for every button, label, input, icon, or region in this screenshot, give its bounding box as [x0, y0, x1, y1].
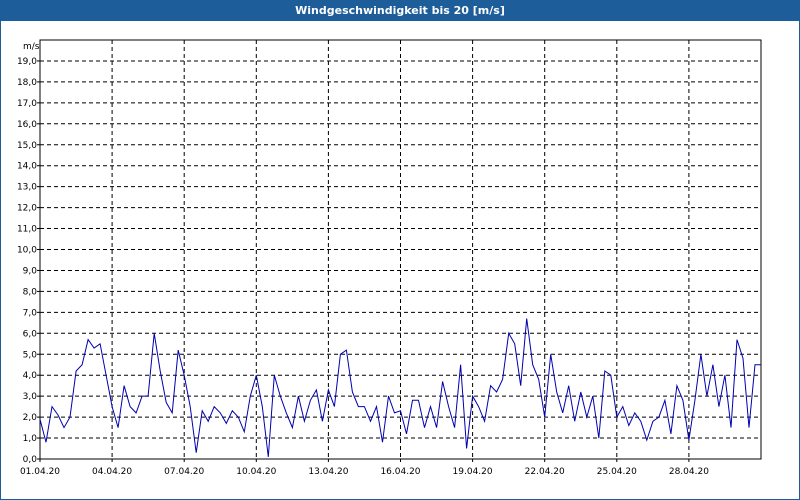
y-tick-label: 17,0 [17, 99, 37, 109]
y-tick-label: 3,0 [23, 392, 38, 402]
y-tick-label: 14,0 [17, 162, 37, 172]
y-tick-label: 13,0 [17, 183, 37, 193]
x-tick-label: 07.04.20 [164, 467, 204, 477]
y-tick-label: 12,0 [17, 204, 37, 214]
x-tick-label: 22.04.20 [525, 467, 565, 477]
y-tick-label: 18,0 [17, 78, 37, 88]
y-tick-label: 10,0 [17, 246, 37, 256]
y-tick-label: 1,0 [23, 434, 38, 444]
y-axis-label: m/s [23, 42, 40, 52]
y-tick-label: 16,0 [17, 120, 37, 130]
x-tick-label: 13.04.20 [308, 467, 348, 477]
y-tick-label: 15,0 [17, 141, 37, 151]
x-tick-label: 04.04.20 [92, 467, 132, 477]
x-tick-label: 25.04.20 [597, 467, 637, 477]
y-tick-label: 4,0 [23, 371, 38, 381]
y-axis-ticks: 0,0 1,0 2,0 3,0 4,0 5,0 6,0 7,0 8,0 9,0 10,0 11,0 12… [17, 57, 40, 465]
y-tick-label: 11,0 [17, 225, 37, 235]
y-tick-label: 5,0 [23, 350, 38, 360]
x-tick-label: 01.04.20 [20, 467, 60, 477]
y-tick-label: 9,0 [23, 266, 38, 276]
y-tick-label: 8,0 [23, 287, 38, 297]
x-tick-label: 10.04.20 [236, 467, 276, 477]
y-tick-label: 19,0 [17, 57, 37, 67]
y-tick-label: 0,0 [23, 455, 38, 465]
x-tick-label: 28.04.20 [669, 467, 709, 477]
y-tick-label: 6,0 [23, 329, 38, 339]
y-tick-label: 2,0 [23, 413, 38, 423]
x-axis-ticks: 01.04.20 04.04.20 07.04.20 10.04.20 13.04.20… [20, 459, 709, 477]
x-tick-label: 19.04.20 [453, 467, 493, 477]
x-tick-label: 16.04.20 [380, 467, 420, 477]
wind-speed-chart: 0,0 1,0 2,0 3,0 4,0 5,0 6,0 7,0 8,0 9,0 10,0 11,0 12… [17, 39, 762, 477]
y-tick-label: 7,0 [23, 308, 38, 318]
